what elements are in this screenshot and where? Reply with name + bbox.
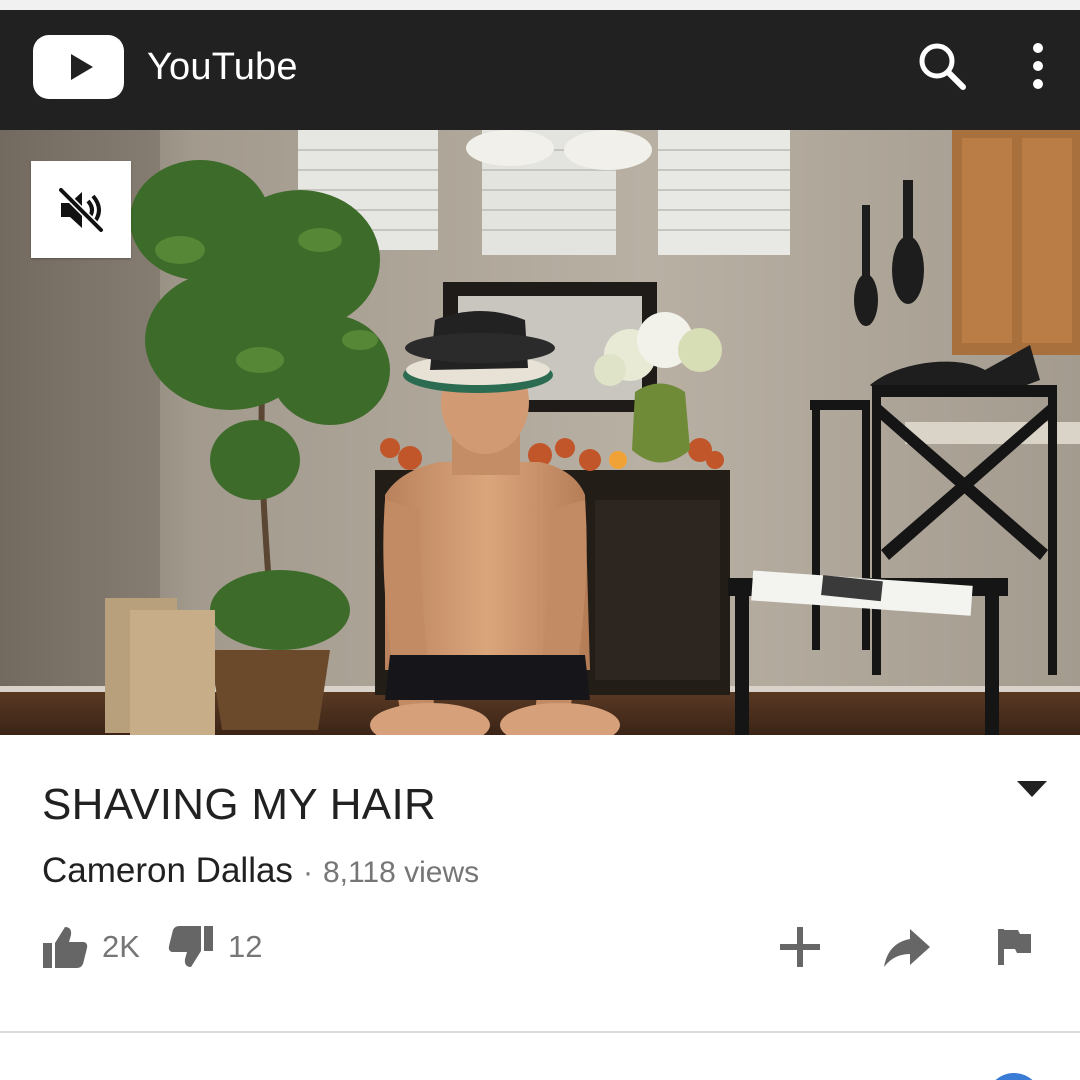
like-button[interactable]: 2K [42,925,140,969]
expand-description-button[interactable] [1008,771,1056,807]
channel-name[interactable]: Cameron Dallas [42,851,293,890]
search-icon [919,43,966,90]
more-vert-icon [1033,43,1043,89]
video-player[interactable] [0,130,1080,735]
more-options-button[interactable] [1010,38,1066,94]
share-button[interactable] [882,925,932,969]
dislike-count: 12 [228,929,263,964]
report-button[interactable] [996,925,1034,969]
app-bar: YouTube [0,10,1080,130]
video-meta: Cameron Dallas · 8,118 views [42,851,479,891]
youtube-watch-page: YouTube SHAVING MY HAIR Cameron Dallas ·… [0,0,1080,1080]
unmute-button[interactable] [31,161,131,258]
next-section [0,1033,1080,1080]
flag-icon [998,929,1031,965]
dropdown-arrow-icon [1017,781,1047,797]
dislike-button[interactable]: 12 [168,925,262,969]
search-button[interactable] [914,38,970,94]
video-info-panel: SHAVING MY HAIR Cameron Dallas · 8,118 vie… [0,735,1080,1033]
meta-separator: · [302,856,313,889]
video-frame [0,130,1080,735]
play-triangle-icon [70,54,93,80]
add-to-playlist-icon [780,927,820,967]
video-title: SHAVING MY HAIR [42,780,437,829]
add-to-playlist-button[interactable] [778,925,822,969]
app-title: YouTube [147,46,298,88]
thumb-up-icon [43,927,88,968]
like-count: 2K [102,929,140,964]
view-count: 8,118 views [322,856,480,889]
volume-off-icon [57,186,105,233]
status-strip [0,0,1080,10]
thumb-down-icon [168,926,213,967]
youtube-logo-icon[interactable] [33,35,124,99]
share-icon [884,929,930,967]
avatar[interactable] [986,1073,1042,1080]
